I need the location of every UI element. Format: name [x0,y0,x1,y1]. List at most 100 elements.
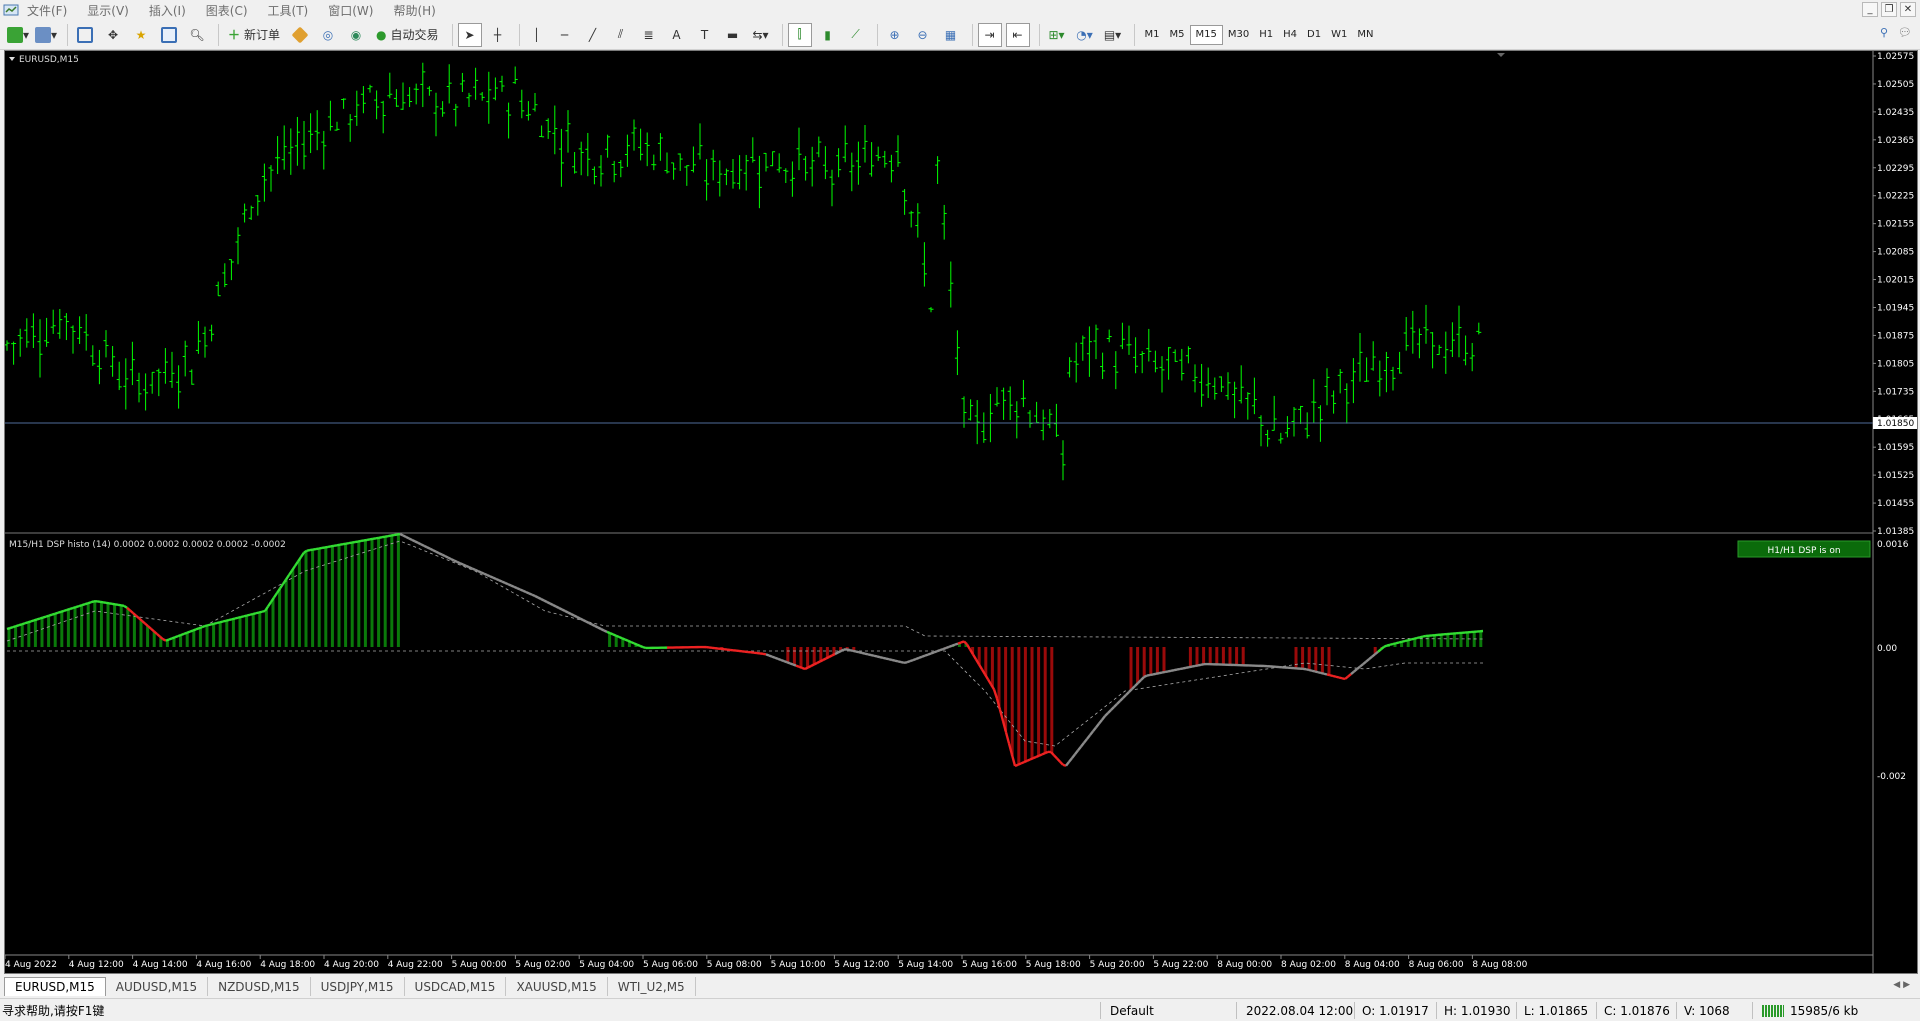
indicator-line-segment [933,650,938,654]
vertical-line-button[interactable]: │ [525,23,549,47]
indicator-line-segment [1095,722,1100,729]
minimize-icon[interactable]: _ [1862,2,1878,17]
indicator-line-segment [522,589,527,594]
indicator-line-segment [27,620,32,624]
histogram-bar [119,605,123,647]
indicator-line-segment [1419,635,1424,639]
indicator-line-segment [540,597,545,602]
indicator-badge[interactable]: H1/H1 DSP is on [1737,540,1871,558]
indicator-line-segment [525,590,530,595]
tab-xauusd[interactable]: XAUUSD,M15 [506,977,608,996]
histogram-bar [1307,647,1311,671]
menu-charts[interactable]: 图表(C) [206,2,248,19]
restore-icon[interactable]: ❐ [1881,2,1897,17]
indicator-line-segment [971,653,978,660]
navigator-button[interactable]: ★ [129,23,153,47]
indicator-line-segment [474,568,479,573]
timeframe-mn[interactable]: MN [1352,25,1378,45]
zoom-out-button[interactable]: ⊖ [911,23,935,47]
indicator-line-segment [537,596,542,601]
tab-wti[interactable]: WTI_U2,M5 [608,977,696,996]
market-watch-button[interactable] [73,23,97,47]
tab-audusd[interactable]: AUDUSD,M15 [106,977,209,996]
indicator-line-segment [1092,726,1097,733]
channel-button[interactable]: ⫽ [609,23,633,47]
line-chart-button[interactable]: ⟋ [844,23,868,47]
menu-help[interactable]: 帮助(H) [393,2,435,19]
indicator-line-segment [144,622,149,628]
indicator-line-segment [870,653,875,657]
menu-insert[interactable]: 插入(I) [149,2,186,19]
indicator-label: M15/H1 DSP histo (14) 0.0002 0.0002 0.00… [9,540,286,550]
chart-shift-marker[interactable] [1497,53,1505,57]
indicator-line-segment [501,580,506,584]
timeframe-h1[interactable]: H1 [1254,25,1278,45]
signals-button[interactable]: ◎ [316,23,340,47]
tab-usdjpy[interactable]: USDJPY,M15 [311,977,405,996]
tester-button[interactable]: 🔍︎ [185,23,209,47]
price-chart[interactable]: EURUSD,M15 1.025751.025051.024351.023651… [4,51,1917,973]
indicator-line-segment [627,639,632,644]
tab-eurusd[interactable]: EURUSD,M15 [4,977,106,996]
fibonacci-button[interactable]: ≣ [637,23,661,47]
crosshair-button[interactable]: ┼ [486,23,510,47]
histogram-bar [185,632,189,647]
timeframe-m1[interactable]: M1 [1140,25,1165,45]
text-label-button[interactable]: T [693,23,717,47]
chart-shift-button[interactable]: ⇤ [1005,22,1030,47]
indicator-line-segment [168,637,173,641]
connection-icon[interactable] [1762,1005,1784,1017]
menu-view[interactable]: 显示(V) [87,2,129,19]
tab-scroll-arrows[interactable]: ◀ ▶ [1893,980,1910,990]
tab-nzdusd[interactable]: NZDUSD,M15 [208,977,311,996]
indicator-line-segment [408,537,413,541]
histogram-bar [33,619,37,647]
chart-window[interactable]: EURUSD,M15 1.02575 1.02505 1.02435 1.02365 1… [4,50,1918,974]
timeframe-m5[interactable]: M5 [1165,25,1190,45]
auto-trading-button[interactable]: ● 自动交易 [372,23,443,47]
chat-icon[interactable]: 💬︎ [1898,26,1912,39]
market-button[interactable]: ◉ [344,23,368,47]
profiles-button[interactable]: ▾ [34,23,58,47]
close-icon[interactable]: ✕ [1900,2,1916,17]
cursor-button[interactable]: ➤ [457,22,482,47]
indicator-line-segment [930,651,935,655]
templates-button[interactable]: ▤▾ [1101,23,1125,47]
search-icon[interactable]: ⚲ [1880,26,1888,39]
horizontal-line-button[interactable]: ─ [553,23,577,47]
menu-tools[interactable]: 工具(T) [268,2,309,19]
timeframe-d1[interactable]: D1 [1302,25,1326,45]
bar-chart-button[interactable]: ⫿ [787,22,812,47]
new-order-button[interactable]: ＋新订单 [224,23,284,47]
indicator-line-segment [957,641,962,645]
indicator-line-segment [1323,672,1328,676]
menu-file[interactable]: 文件(F) [27,2,67,19]
indicator-line-segment [219,620,224,624]
tile-windows-button[interactable]: ▦ [939,23,963,47]
data-window-button[interactable]: ✥ [101,23,125,47]
shapes-button[interactable]: ⇆▾ [749,23,773,47]
periods-button[interactable]: ◔▾ [1073,23,1097,47]
histogram-bar [198,627,202,647]
candles-button[interactable]: ▮ [816,23,840,47]
indicator-line-segment [1080,742,1085,748]
metaeditor-button[interactable] [288,23,312,47]
timeframe-w1[interactable]: W1 [1326,25,1352,45]
timeframe-m15[interactable]: M15 [1189,24,1223,45]
histogram-bar [139,620,143,647]
tab-usdcad[interactable]: USDCAD,M15 [405,977,507,996]
menu-window[interactable]: 窗口(W) [328,2,373,19]
trendline-button[interactable]: ╱ [581,23,605,47]
arrows-button[interactable]: ▬ [721,23,745,47]
text-button[interactable]: A [665,23,689,47]
zoom-in-button[interactable]: ⊕ [883,23,907,47]
indicator-line-segment [1158,671,1163,675]
autoscroll-button[interactable]: ⇥ [977,22,1002,47]
terminal-button[interactable] [157,23,181,47]
symbol-label: EURUSD,M15 [9,55,79,65]
indicators-button[interactable]: ⊞▾ [1045,23,1069,47]
timeframe-m30[interactable]: M30 [1223,25,1254,45]
fibonacci-icon: ≣ [643,27,654,42]
new-chart-button[interactable]: ▾ [6,23,30,47]
timeframe-h4[interactable]: H4 [1278,25,1302,45]
